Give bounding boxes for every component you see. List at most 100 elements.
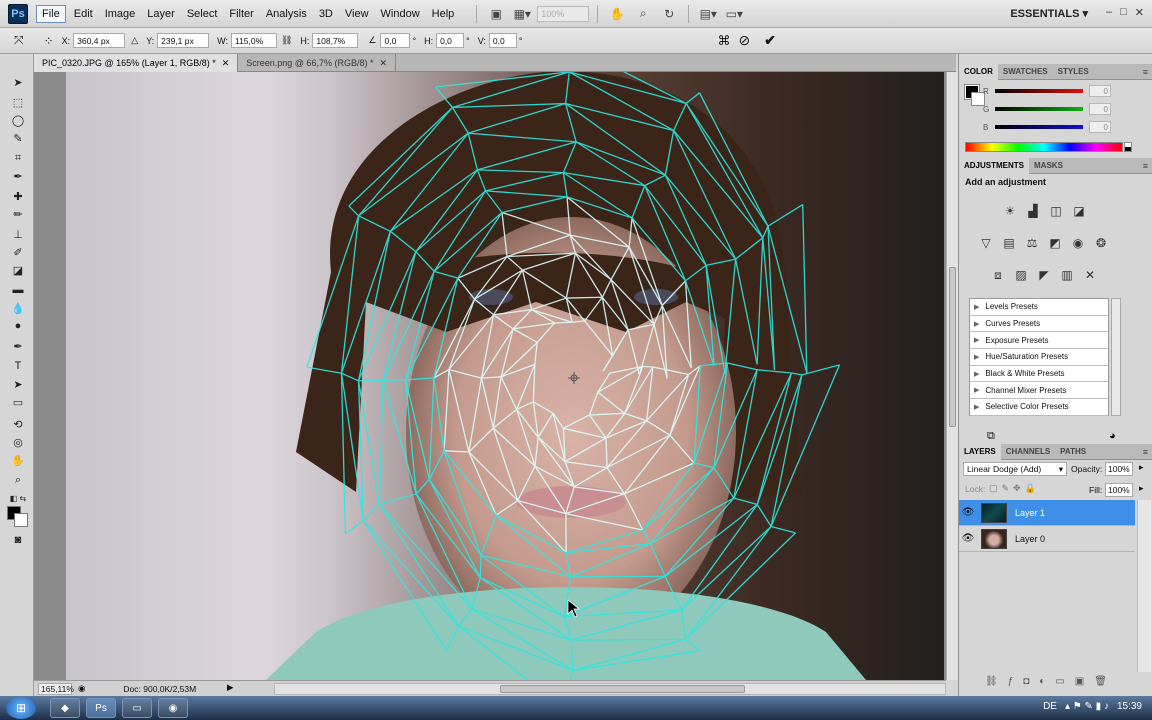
clock[interactable]: 15:39 bbox=[1117, 701, 1142, 712]
tab-paths[interactable]: PATHS bbox=[1055, 444, 1091, 460]
red-value[interactable]: 0 bbox=[1089, 85, 1111, 97]
transform-tool-icon[interactable]: ⤧ bbox=[14, 33, 24, 48]
start-button-icon[interactable]: ⊞ bbox=[6, 697, 36, 719]
tab-channels[interactable]: CHANNELS bbox=[1001, 444, 1055, 460]
background-color-swatch[interactable] bbox=[14, 513, 28, 527]
pen-tool-icon[interactable]: ✒ bbox=[8, 338, 28, 354]
expand-icon[interactable]: ▶ bbox=[974, 303, 979, 311]
opacity-chevron-icon[interactable]: ▸ bbox=[1139, 462, 1144, 473]
zoom-level-combo[interactable]: 100% bbox=[537, 5, 590, 22]
menu-image[interactable]: Image bbox=[99, 5, 142, 23]
commit-transform-icon[interactable]: ✔ bbox=[764, 32, 776, 49]
menu-filter[interactable]: Filter bbox=[223, 5, 259, 23]
blue-value[interactable]: 0 bbox=[1089, 121, 1111, 133]
y-field[interactable]: 239,1 px bbox=[157, 33, 210, 48]
angle-field[interactable]: 0,0 bbox=[380, 33, 411, 48]
curves-icon[interactable]: ◫ bbox=[1047, 202, 1065, 220]
layers-scrollbar[interactable] bbox=[1137, 500, 1151, 672]
preset-item[interactable]: ▶ Curves Presets bbox=[970, 316, 1108, 333]
panel-menu-icon[interactable]: ≡ bbox=[1143, 67, 1148, 77]
channel-mixer-icon[interactable]: ❂ bbox=[1092, 234, 1110, 252]
brightness-contrast-icon[interactable]: ☀ bbox=[1001, 202, 1019, 220]
threshold-icon[interactable]: ◤ bbox=[1035, 266, 1053, 284]
hand-icon[interactable]: ✋ bbox=[606, 5, 628, 23]
default-colors-icon[interactable]: ◧ ⇆ bbox=[8, 490, 28, 506]
crop-tool-icon[interactable]: ⌗ bbox=[8, 150, 28, 166]
exposure-icon[interactable]: ◪ bbox=[1070, 202, 1088, 220]
menu-select[interactable]: Select bbox=[181, 5, 224, 23]
hskew-field[interactable]: 0,0 bbox=[436, 33, 465, 48]
preset-scrollbar[interactable] bbox=[1111, 298, 1121, 416]
taskbar-firefox-icon[interactable]: ◉ bbox=[158, 698, 188, 718]
expand-icon[interactable]: ▶ bbox=[974, 336, 979, 344]
marquee-tool-icon[interactable]: ⬚ bbox=[8, 94, 28, 110]
preset-item[interactable]: ▶ Channel Mixer Presets bbox=[970, 382, 1108, 400]
extras-icon[interactable]: ▦▾ bbox=[511, 5, 533, 23]
blue-slider-row[interactable]: B 0 bbox=[983, 121, 1152, 133]
horizontal-scrollbar[interactable] bbox=[274, 683, 946, 695]
zoom-tool-icon[interactable]: ⌕ bbox=[8, 472, 28, 488]
tab-masks[interactable]: MASKS bbox=[1029, 158, 1068, 174]
vibrance-icon[interactable]: ▽ bbox=[977, 234, 995, 252]
workspace-switcher[interactable]: ESSENTIALS ▾ bbox=[1010, 7, 1088, 20]
black-white-icon[interactable]: ◩ bbox=[1046, 234, 1064, 252]
move-tool-icon[interactable]: ➤ bbox=[8, 74, 28, 90]
gradient-tool-icon[interactable]: ▬ bbox=[8, 282, 28, 298]
close-icon[interactable]: ✕ bbox=[1135, 6, 1144, 19]
color-balance-icon[interactable]: ⚖ bbox=[1023, 234, 1041, 252]
menu-edit[interactable]: Edit bbox=[68, 5, 99, 23]
tab-pic0320[interactable]: PIC_0320.JPG @ 165% (Layer 1, RGB/8) * ✕ bbox=[34, 54, 239, 72]
status-menu-icon[interactable]: ◉ bbox=[78, 683, 85, 694]
tab-screen-png[interactable]: Screen.png @ 66,7% (RGB/8) * ✕ bbox=[238, 54, 397, 72]
tab-adjustments[interactable]: ADJUSTMENTS bbox=[959, 157, 1030, 174]
quick-mask-icon[interactable]: ◙ bbox=[8, 532, 28, 548]
type-tool-icon[interactable]: T bbox=[8, 358, 28, 374]
red-slider[interactable] bbox=[995, 89, 1083, 93]
blue-slider[interactable] bbox=[995, 125, 1083, 129]
view-toggle-icon[interactable]: ◕ bbox=[1109, 430, 1116, 442]
fill-field[interactable]: 100% bbox=[1105, 483, 1133, 497]
eyedropper-tool-icon[interactable]: ✒ bbox=[8, 168, 28, 184]
app-logo[interactable]: Ps bbox=[8, 3, 28, 24]
link-icon[interactable]: ⛓ bbox=[281, 35, 292, 46]
rotate-view-icon[interactable]: ↻ bbox=[658, 5, 680, 23]
layer-row-layer1[interactable]: 👁 Layer 1 bbox=[959, 500, 1135, 526]
layer-footer-icons[interactable]: ⛓ƒ◘◐▭▣🗑 bbox=[985, 676, 1117, 687]
posterize-icon[interactable]: ▨ bbox=[1012, 266, 1030, 284]
menu-file[interactable]: File bbox=[36, 4, 66, 23]
panel-menu-icon[interactable]: ≡ bbox=[1143, 447, 1148, 457]
visibility-eye-icon[interactable]: 👁 bbox=[959, 533, 977, 544]
levels-icon[interactable]: ▟ bbox=[1024, 202, 1042, 220]
photo-filter-icon[interactable]: ◉ bbox=[1069, 234, 1087, 252]
selective-color-icon[interactable]: ✕ bbox=[1081, 266, 1099, 284]
close-tab-icon[interactable]: ✕ bbox=[222, 58, 230, 69]
bw-ramp[interactable] bbox=[1124, 142, 1132, 152]
lock-icons[interactable]: ▢✎✥🔒 bbox=[989, 483, 1040, 494]
blur-tool-icon[interactable]: 💧 bbox=[8, 300, 28, 316]
green-slider[interactable] bbox=[995, 107, 1083, 111]
expand-icon[interactable]: ▶ bbox=[974, 320, 979, 328]
healing-brush-tool-icon[interactable]: ✚ bbox=[8, 188, 28, 204]
shape-tool-icon[interactable]: ▭ bbox=[8, 394, 28, 410]
lasso-tool-icon[interactable]: ◯ bbox=[8, 112, 28, 128]
visibility-eye-icon[interactable]: 👁 bbox=[959, 507, 977, 518]
red-slider-row[interactable]: R 0 bbox=[983, 85, 1152, 97]
document-canvas[interactable] bbox=[66, 72, 944, 680]
gradient-map-icon[interactable]: ▥ bbox=[1058, 266, 1076, 284]
tab-styles[interactable]: STYLES bbox=[1053, 64, 1094, 80]
dodge-tool-icon[interactable]: ● bbox=[8, 318, 28, 334]
opacity-field[interactable]: 100% bbox=[1105, 462, 1133, 476]
vertical-scroll-thumb[interactable] bbox=[949, 267, 956, 427]
language-indicator[interactable]: DE bbox=[1043, 701, 1057, 712]
invert-icon[interactable]: ⧈ bbox=[989, 266, 1007, 284]
zoom-status-field[interactable]: 165,11% bbox=[38, 682, 74, 695]
blend-mode-select[interactable]: Linear Dodge (Add) ▾ bbox=[963, 462, 1067, 476]
color-spectrum-ramp[interactable] bbox=[965, 142, 1123, 152]
arrange-documents-icon[interactable]: ▤▾ bbox=[697, 5, 719, 23]
preset-item[interactable]: ▶ Exposure Presets bbox=[970, 332, 1108, 350]
fill-chevron-icon[interactable]: ▸ bbox=[1139, 483, 1144, 494]
close-tab-icon[interactable]: ✕ bbox=[379, 58, 387, 69]
maximize-icon[interactable]: □ bbox=[1120, 6, 1127, 19]
preset-item[interactable]: ▶ Black & White Presets bbox=[970, 366, 1108, 383]
green-slider-row[interactable]: G 0 bbox=[983, 103, 1152, 115]
